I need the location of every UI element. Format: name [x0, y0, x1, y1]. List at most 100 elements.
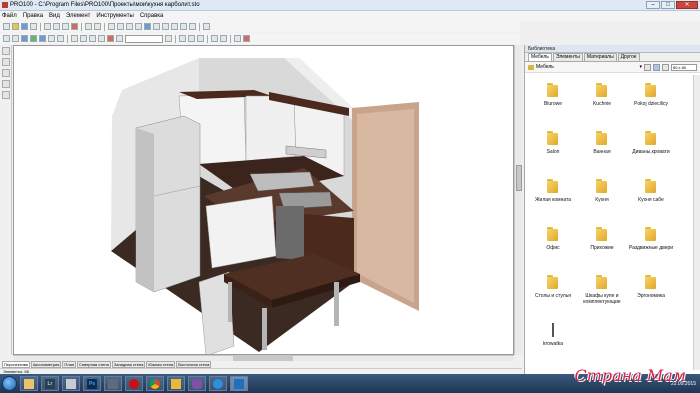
- view-perspective-icon[interactable]: [144, 23, 151, 30]
- tab-north-wall[interactable]: Северная стена: [77, 361, 111, 368]
- viewport-vertical-scrollbar[interactable]: [514, 45, 522, 355]
- stop-icon[interactable]: [243, 35, 250, 42]
- tab-south-wall[interactable]: Южная стена: [146, 361, 176, 368]
- library-folder[interactable]: Раздвижные двери: [625, 219, 677, 261]
- export-icon[interactable]: [211, 35, 218, 42]
- library-folder[interactable]: Pokoj dziecilicy: [625, 75, 677, 117]
- internet-explorer-taskbar-icon[interactable]: [209, 376, 227, 391]
- walk-icon[interactable]: [116, 35, 123, 42]
- tab-west-wall[interactable]: Западная стена: [111, 361, 146, 368]
- texture-icon[interactable]: [30, 35, 37, 42]
- layers-icon[interactable]: [165, 35, 172, 42]
- dimension-icon[interactable]: [80, 35, 87, 42]
- library-folder[interactable]: Столы и стулья: [527, 267, 579, 309]
- library-folder[interactable]: Эргономика: [625, 267, 677, 309]
- cut-icon[interactable]: [44, 23, 51, 30]
- menu-element[interactable]: Элемент: [66, 13, 90, 19]
- orbit-tool-icon[interactable]: [1, 91, 10, 99]
- zoom-tool-icon[interactable]: [1, 80, 10, 88]
- lightroom-taskbar-icon[interactable]: Lr: [41, 376, 59, 391]
- align-icon[interactable]: [89, 35, 96, 42]
- library-item[interactable]: krowatka: [527, 315, 579, 357]
- pro100-taskbar-icon[interactable]: [230, 376, 248, 391]
- scale-icon[interactable]: [135, 23, 142, 30]
- scroll-thumb[interactable]: [516, 165, 522, 191]
- chevron-down-icon[interactable]: ▾: [639, 64, 642, 70]
- library-folder[interactable]: Kuchnie: [576, 75, 628, 117]
- menu-tools[interactable]: Инструменты: [96, 13, 133, 19]
- file-manager-taskbar-icon[interactable]: [62, 376, 80, 391]
- grid-icon[interactable]: [3, 35, 10, 42]
- view-front-icon[interactable]: [162, 23, 169, 30]
- library-folder[interactable]: Диваны,кровати: [625, 123, 677, 165]
- monitor-taskbar-icon[interactable]: [104, 376, 122, 391]
- camera-icon[interactable]: [107, 35, 114, 42]
- menu-file[interactable]: Файл: [2, 13, 17, 19]
- save-icon[interactable]: [21, 23, 28, 30]
- move-icon[interactable]: [117, 23, 124, 30]
- wireframe-icon[interactable]: [48, 35, 55, 42]
- pan-tool-icon[interactable]: [1, 69, 10, 77]
- tab-axonometry[interactable]: Аксонометрия: [30, 361, 62, 368]
- group-icon[interactable]: [98, 35, 105, 42]
- menu-edit[interactable]: Правка: [23, 13, 43, 19]
- list-icon[interactable]: [197, 35, 204, 42]
- large-icons-view-icon[interactable]: [653, 63, 660, 71]
- view-side-icon[interactable]: [171, 23, 178, 30]
- tab-elements[interactable]: Элементы: [552, 53, 583, 61]
- maximize-button[interactable]: □: [661, 1, 675, 9]
- render-icon[interactable]: [21, 35, 28, 42]
- prefs-icon[interactable]: [234, 35, 241, 42]
- tab-perspective[interactable]: Перспектива: [2, 361, 30, 368]
- library-folder[interactable]: Кухня сабе: [625, 171, 677, 213]
- zoom-in-icon[interactable]: [180, 23, 187, 30]
- snap-icon[interactable]: [12, 35, 19, 42]
- library-folder[interactable]: Жилая комната: [527, 171, 579, 213]
- minimize-button[interactable]: –: [646, 1, 660, 9]
- folder-up-icon[interactable]: [644, 63, 651, 71]
- menu-view[interactable]: Вид: [49, 13, 60, 19]
- tab-other[interactable]: Другое: [617, 53, 640, 61]
- tab-plan[interactable]: План: [62, 361, 77, 368]
- new-file-icon[interactable]: [3, 23, 10, 30]
- explorer-taskbar-icon[interactable]: [20, 376, 38, 391]
- library-folder[interactable]: Salon: [527, 123, 579, 165]
- sum-icon[interactable]: [203, 23, 210, 30]
- folder-taskbar-icon[interactable]: [167, 376, 185, 391]
- measure-icon[interactable]: [71, 35, 78, 42]
- tab-east-wall[interactable]: Восточная стена: [176, 361, 212, 368]
- select-icon[interactable]: [108, 23, 115, 30]
- tab-furniture[interactable]: Мебель: [528, 53, 552, 61]
- library-folder[interactable]: Прихожие: [576, 219, 628, 261]
- photoshop-taskbar-icon[interactable]: Ps: [83, 376, 101, 391]
- delete-icon[interactable]: [71, 23, 78, 30]
- library-scrollbar[interactable]: [693, 75, 700, 370]
- chrome-taskbar-icon[interactable]: [146, 376, 164, 391]
- properties-icon[interactable]: [188, 35, 195, 42]
- library-folder[interactable]: Biurowe: [527, 75, 579, 117]
- library-folder[interactable]: Кухня: [576, 171, 628, 213]
- close-button[interactable]: ✕: [676, 1, 698, 9]
- copy-icon[interactable]: [53, 23, 60, 30]
- library-folder[interactable]: Офис: [527, 219, 579, 261]
- lights-icon[interactable]: [57, 35, 64, 42]
- opera-taskbar-icon[interactable]: [125, 376, 143, 391]
- thumbnail-size-select[interactable]: 80 x 80: [671, 63, 697, 71]
- tab-materials[interactable]: Материалы: [583, 53, 617, 61]
- rotate-icon[interactable]: [126, 23, 133, 30]
- start-button[interactable]: [2, 376, 17, 391]
- paste-icon[interactable]: [62, 23, 69, 30]
- viber-taskbar-icon[interactable]: [188, 376, 206, 391]
- pointer-tool-icon[interactable]: [1, 47, 10, 55]
- undo-icon[interactable]: [85, 23, 92, 30]
- zoom-combo[interactable]: [125, 34, 163, 43]
- library-path[interactable]: Мебель: [536, 64, 637, 70]
- zoom-out-icon[interactable]: [189, 23, 196, 30]
- shading-icon[interactable]: [39, 35, 46, 42]
- help-icon[interactable]: [179, 35, 186, 42]
- open-file-icon[interactable]: [12, 23, 19, 30]
- print-icon[interactable]: [30, 23, 37, 30]
- rotate-tool-icon[interactable]: [1, 58, 10, 66]
- library-folder[interactable]: Ванная: [576, 123, 628, 165]
- list-view-icon[interactable]: [662, 63, 669, 71]
